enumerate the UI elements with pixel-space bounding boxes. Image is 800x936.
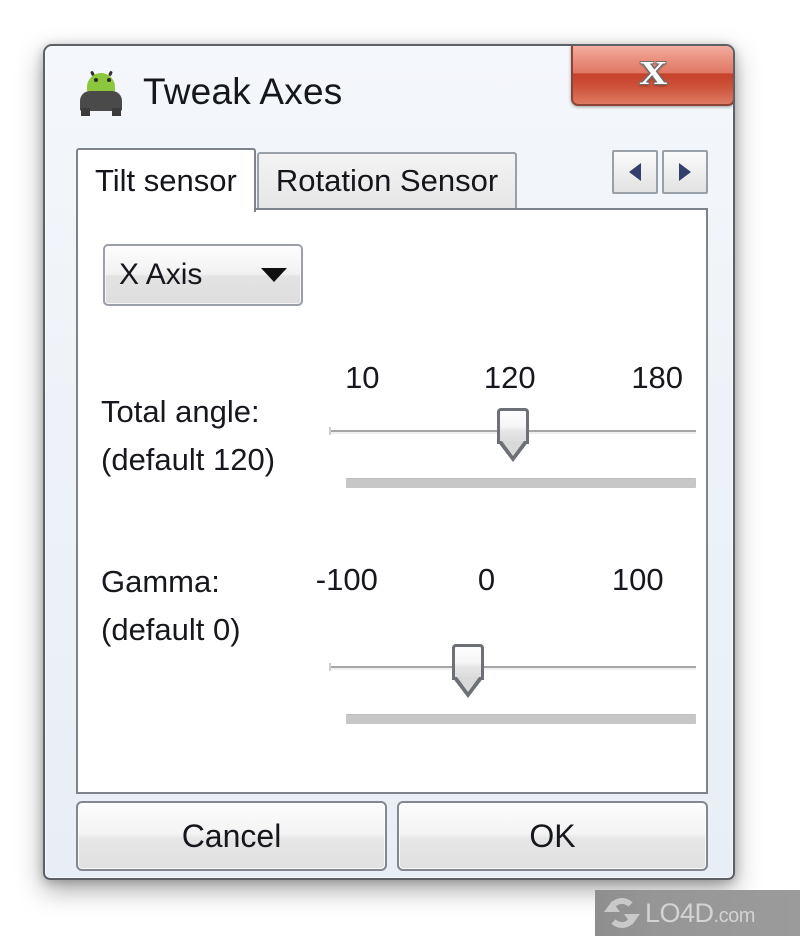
tab-label: Rotation Sensor xyxy=(275,163,499,198)
tab-tilt-sensor[interactable]: Tilt sensor xyxy=(76,148,256,212)
chevron-left-icon xyxy=(629,163,641,181)
close-button[interactable]: X xyxy=(571,46,733,106)
slider-track[interactable] xyxy=(329,663,696,671)
tab-scroll-buttons xyxy=(612,150,708,194)
ok-button-label: OK xyxy=(529,817,576,854)
slider-thumb[interactable] xyxy=(452,644,485,698)
tab-panel-tilt-sensor: X Axis Total angle: (default 120) 10 120… xyxy=(76,208,708,794)
ok-button[interactable]: OK xyxy=(397,801,708,871)
total-angle-label: Total angle: (default 120) xyxy=(101,394,276,477)
window-title: Tweak Axes xyxy=(143,71,343,112)
tab-rotation-sensor[interactable]: Rotation Sensor xyxy=(256,152,518,210)
watermark-brand: LO4D xyxy=(645,897,714,928)
title-bar: Tweak Axes X xyxy=(45,46,733,138)
slider-thumb[interactable] xyxy=(496,408,529,462)
total-angle-ticks: 10 120 180 xyxy=(308,360,696,400)
tick-label: 0 xyxy=(477,562,496,597)
gamma-slider[interactable] xyxy=(329,644,696,724)
watermark-text: LO4D.com xyxy=(645,898,755,929)
tab-scroll-right-button[interactable] xyxy=(662,150,708,194)
chevron-down-icon xyxy=(261,268,287,282)
cancel-button-label: Cancel xyxy=(181,817,282,854)
gamma-label: Gamma: (default 0) xyxy=(101,564,241,647)
gamma-ticks: -100 0 100 xyxy=(308,562,696,602)
tab-scroll-left-button[interactable] xyxy=(612,150,658,194)
tweak-axes-dialog: Tweak Axes X Tilt sensor Rotation Sensor xyxy=(43,44,735,880)
total-angle-slider[interactable] xyxy=(329,408,696,488)
slider-tick-bar xyxy=(346,478,696,488)
android-car-icon xyxy=(77,70,125,117)
tick-label: 10 xyxy=(345,360,380,395)
tick-label: 120 xyxy=(483,360,536,395)
axis-dropdown[interactable]: X Axis xyxy=(103,244,303,306)
dialog-footer: Cancel OK xyxy=(76,801,708,878)
slider-tick-bar xyxy=(346,714,696,724)
tab-strip: Tilt sensor Rotation Sensor xyxy=(76,148,708,212)
refresh-circle-icon xyxy=(604,896,640,930)
cancel-button[interactable]: Cancel xyxy=(76,801,387,871)
axis-dropdown-value: X Axis xyxy=(119,258,203,291)
tick-label: 100 xyxy=(611,562,664,597)
close-icon: X xyxy=(638,55,668,92)
chevron-right-icon xyxy=(679,163,691,181)
watermark-suffix: .com xyxy=(713,904,756,927)
tab-label: Tilt sensor xyxy=(95,163,237,198)
tick-label: 180 xyxy=(631,360,684,395)
tick-label: -100 xyxy=(315,562,378,597)
watermark: LO4D.com xyxy=(595,890,800,936)
tab-control: Tilt sensor Rotation Sensor X Axis Total… xyxy=(76,148,708,794)
